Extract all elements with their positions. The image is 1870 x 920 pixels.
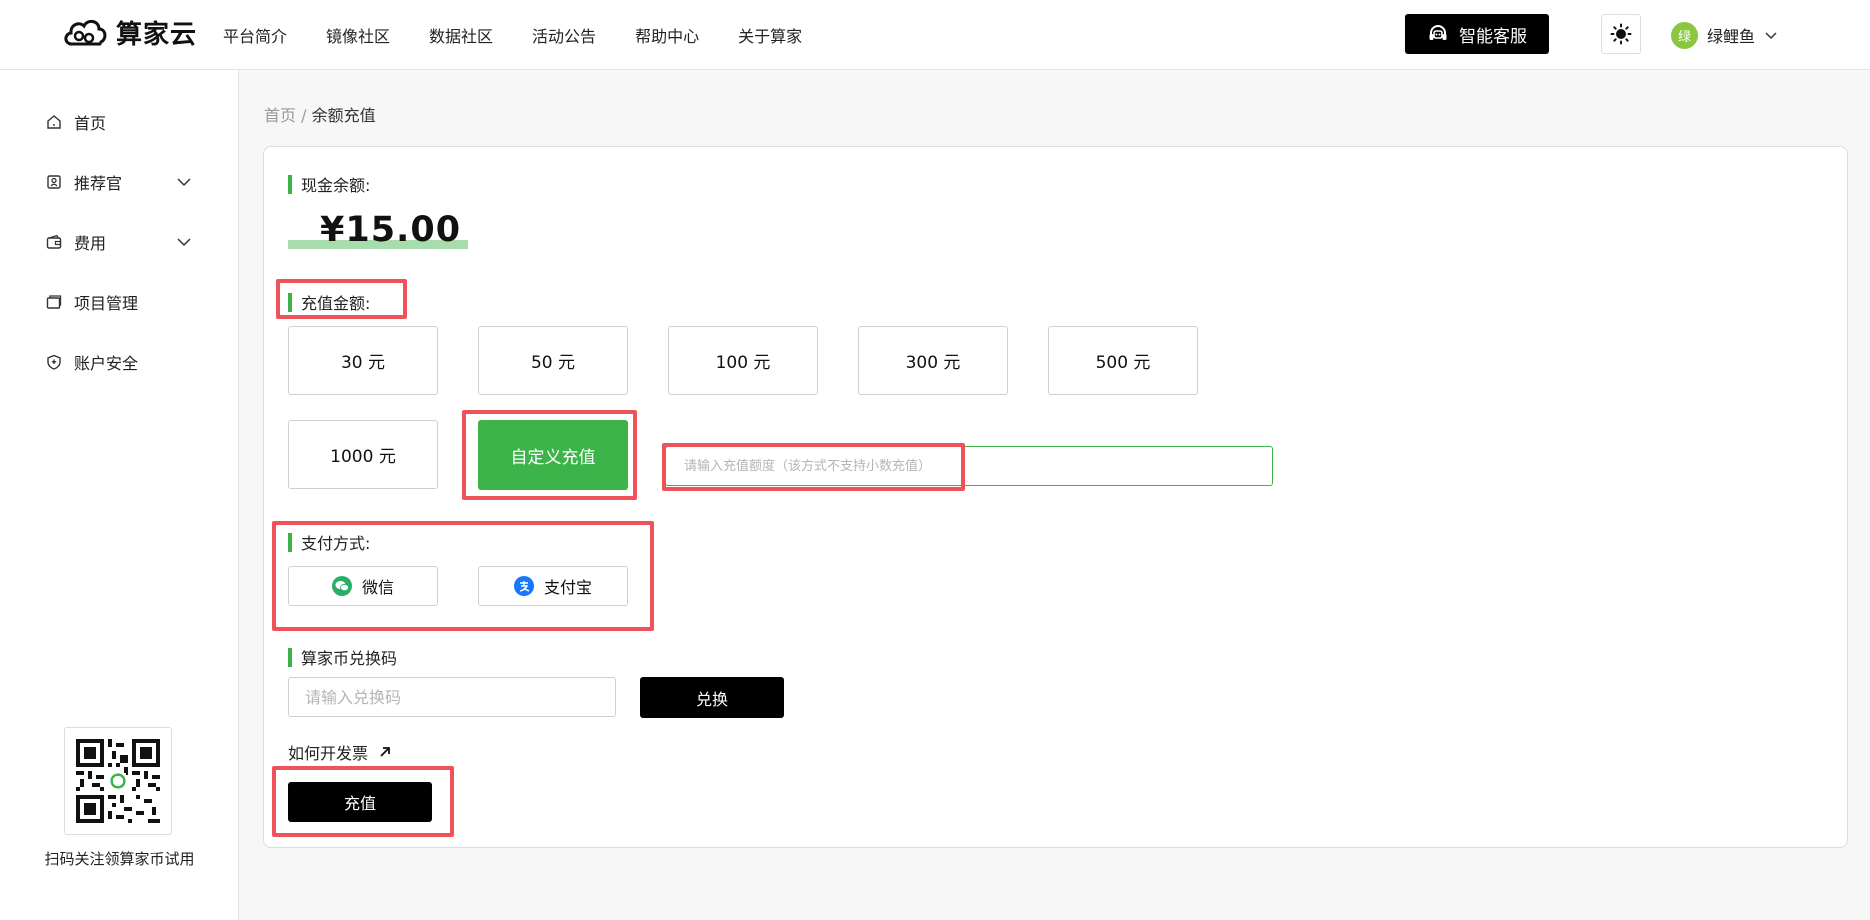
- home-icon: [47, 115, 61, 129]
- nav-about[interactable]: 关于算家: [738, 23, 802, 47]
- logo-text: 算家云: [116, 19, 198, 50]
- sun-icon: [1610, 23, 1632, 45]
- pay-wechat-label: 微信: [361, 578, 394, 597]
- arrow-up-right-icon: [380, 747, 390, 757]
- shield-icon: [47, 354, 61, 370]
- accent-bar: [288, 292, 292, 312]
- qr-caption: 扫码关注领算家币试用: [44, 850, 195, 868]
- redeem-code-label-text: 算家币兑换码: [301, 649, 398, 668]
- payment-method-label-text: 支付方式:: [301, 534, 371, 553]
- chevron-down-icon: [177, 178, 191, 187]
- balance-label: 现金余额:: [288, 172, 370, 196]
- sidebar-item-label: 账户安全: [74, 354, 139, 373]
- nav-data-community[interactable]: 数据社区: [429, 23, 493, 47]
- sidebar-item-security[interactable]: 账户安全: [46, 347, 196, 377]
- balance-label-text: 现金余额:: [301, 176, 371, 195]
- amount-option-50[interactable]: 50 元: [478, 326, 628, 395]
- breadcrumb-separator: /: [296, 106, 312, 125]
- recharge-amount-label-text: 充值金额:: [301, 294, 371, 313]
- user-name: 绿鲤鱼: [1707, 27, 1756, 46]
- top-header: 算家云 平台简介 镜像社区 数据社区 活动公告 帮助中心 关于算家 智能客服 绿…: [0, 0, 1870, 70]
- payment-method-label: 支付方式:: [288, 530, 370, 554]
- logo[interactable]: 算家云: [62, 12, 197, 52]
- sidebar-item-referrer[interactable]: 推荐官: [46, 167, 196, 197]
- invoice-help-link[interactable]: 如何开发票: [288, 740, 392, 764]
- invoice-help-label: 如何开发票: [288, 744, 369, 763]
- nav-help-center[interactable]: 帮助中心: [635, 23, 699, 47]
- recharge-amount-label: 充值金额:: [288, 290, 370, 314]
- alipay-icon: [513, 576, 534, 596]
- main-nav: 平台简介 镜像社区 数据社区 活动公告 帮助中心 关于算家: [223, 0, 841, 70]
- sidebar: 首页 推荐官 费用 项目管理 账户安全 扫码关注领算家币试用: [0, 70, 239, 920]
- nav-image-community[interactable]: 镜像社区: [326, 23, 390, 47]
- balance-value: ¥15.00: [320, 210, 462, 250]
- qr-code-image: [76, 739, 160, 823]
- chevron-down-icon: [177, 238, 191, 247]
- amount-option-1000[interactable]: 1000 元: [288, 420, 438, 489]
- redeem-code-input[interactable]: [288, 677, 616, 717]
- headset-icon: [1429, 25, 1447, 40]
- nav-announcements[interactable]: 活动公告: [532, 23, 596, 47]
- recharge-submit-button[interactable]: 充值: [288, 782, 432, 822]
- cloud-logo-icon: [64, 20, 107, 46]
- sidebar-item-billing[interactable]: 费用: [46, 227, 196, 257]
- amount-option-500[interactable]: 500 元: [1048, 326, 1198, 395]
- smart-service-label: 智能客服: [1459, 26, 1527, 47]
- nav-platform-intro[interactable]: 平台简介: [223, 23, 287, 47]
- sidebar-item-label: 首页: [74, 114, 107, 133]
- amount-option-300[interactable]: 300 元: [858, 326, 1008, 395]
- breadcrumb: 首页 / 余额充值: [264, 102, 376, 126]
- avatar: 绿: [1671, 21, 1698, 49]
- badge-icon: [47, 175, 61, 189]
- smart-service-button[interactable]: 智能客服: [1405, 14, 1549, 54]
- custom-recharge-button[interactable]: 自定义充值: [478, 420, 628, 490]
- amount-option-30[interactable]: 30 元: [288, 326, 438, 395]
- sidebar-item-label: 推荐官: [74, 174, 123, 193]
- wallet-icon: [46, 234, 62, 249]
- chevron-down-icon: [1765, 32, 1777, 40]
- accent-bar: [288, 532, 292, 552]
- breadcrumb-home[interactable]: 首页: [264, 106, 296, 125]
- folder-icon: [46, 295, 62, 309]
- recharge-panel: [263, 146, 1848, 848]
- pay-wechat-button[interactable]: 微信: [288, 566, 438, 606]
- redeem-button[interactable]: 兑换: [640, 677, 784, 718]
- sidebar-item-home[interactable]: 首页: [46, 107, 196, 137]
- sidebar-item-projects[interactable]: 项目管理: [46, 287, 196, 317]
- breadcrumb-current: 余额充值: [311, 106, 376, 125]
- pay-alipay-label: 支付宝: [543, 578, 592, 597]
- sidebar-item-label: 项目管理: [74, 294, 139, 313]
- user-menu[interactable]: 绿 绿鲤鱼: [1671, 20, 1778, 50]
- custom-amount-input[interactable]: [665, 446, 1273, 486]
- qr-code: [64, 727, 172, 835]
- accent-bar: [288, 647, 292, 667]
- sidebar-item-label: 费用: [74, 234, 107, 253]
- theme-toggle-button[interactable]: [1601, 14, 1641, 54]
- wechat-icon: [331, 576, 352, 596]
- redeem-code-label: 算家币兑换码: [288, 645, 397, 669]
- amount-option-100[interactable]: 100 元: [668, 326, 818, 395]
- accent-bar: [288, 174, 292, 194]
- pay-alipay-button[interactable]: 支付宝: [478, 566, 628, 606]
